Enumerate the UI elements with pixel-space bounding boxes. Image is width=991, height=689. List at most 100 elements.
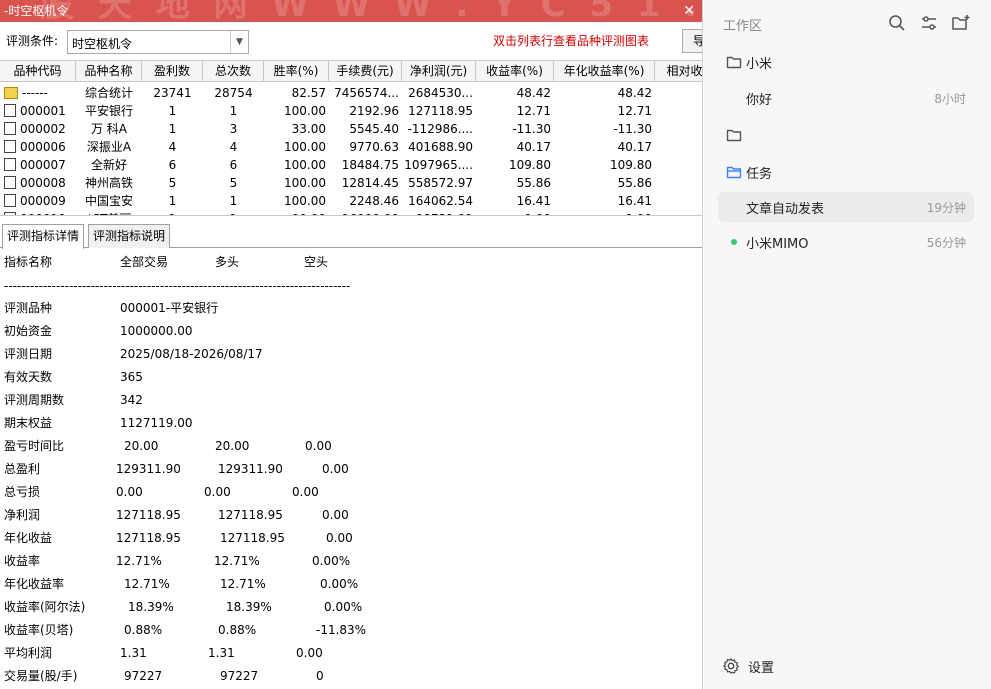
table-cell: 55.86 bbox=[516, 176, 551, 190]
table-cell: ------ bbox=[0, 84, 76, 102]
column-header[interactable]: 总次数 bbox=[203, 61, 264, 82]
detail-header: 指标名称 bbox=[4, 255, 53, 269]
table-cell: -11.30 bbox=[613, 122, 652, 136]
sidebar-item-time: 8小时 bbox=[934, 92, 966, 106]
table-cell: 40.17 bbox=[516, 140, 551, 154]
column-header[interactable]: 胜率(%) bbox=[264, 61, 329, 82]
column-header[interactable]: 收益率(%) bbox=[476, 61, 554, 82]
table-cell: 1 bbox=[168, 122, 177, 136]
sidebar-item[interactable]: 小米MIMO 56分钟 bbox=[718, 227, 974, 257]
metric-label: 平均利润 bbox=[4, 646, 53, 660]
table-cell: 558572.97 bbox=[408, 176, 473, 190]
metric-all: 0.88% bbox=[124, 623, 163, 637]
detail-tabs: 评测指标详情 评测指标说明 bbox=[0, 222, 702, 249]
column-header[interactable]: 盈利数 bbox=[142, 61, 203, 82]
evaluation-window: 股 天 地 网 W W W . Y C 5 1 . C N -时空枢机令 ✕ 评… bbox=[0, 0, 703, 689]
metric-all: 20.00 bbox=[124, 439, 159, 453]
table-row[interactable]: 000001 平安银行 1 1 100.00 2192.96 127118.95 12.71 1… bbox=[0, 102, 702, 120]
condition-select[interactable]: 时空枢机令 ▼ bbox=[67, 30, 249, 54]
table-cell: 23741 bbox=[153, 86, 192, 100]
table-cell: 1 bbox=[168, 194, 177, 208]
sidebar-item[interactable] bbox=[718, 120, 974, 150]
settings-label: 设置 bbox=[748, 661, 775, 676]
folder-icon bbox=[726, 129, 742, 142]
info-label: 初始资金 bbox=[4, 324, 53, 338]
table-cell: *ST美丽 bbox=[76, 210, 142, 215]
table-cell: 12.71 bbox=[617, 104, 652, 118]
info-label: 期末权益 bbox=[4, 416, 53, 430]
search-icon[interactable] bbox=[887, 13, 907, 33]
table-row[interactable]: ------ 综合统计 23741 28754 82.57 7456574... 26845… bbox=[0, 84, 702, 102]
sidebar-item[interactable]: 文章自动发表 19分钟 bbox=[718, 192, 974, 222]
sidebar-item[interactable]: 你好 8小时 bbox=[718, 83, 974, 113]
metric-long: 97227 bbox=[220, 669, 259, 683]
table-cell: 5 bbox=[168, 176, 177, 190]
gear-icon bbox=[723, 658, 739, 674]
filter-settings-icon[interactable] bbox=[919, 13, 939, 33]
results-table[interactable]: 品种代码 品种名称 盈利数 总次数 胜率(%) 手续费(元) 净利润(元) 收益率(%) 年化收… bbox=[0, 60, 702, 216]
table-cell: 164062.54 bbox=[408, 194, 473, 208]
column-header[interactable]: 品种名称 bbox=[76, 61, 142, 82]
metric-short: 0.00% bbox=[320, 577, 359, 591]
metric-long: 0.00 bbox=[204, 485, 231, 499]
table-cell: 109.80 bbox=[509, 158, 551, 172]
column-header[interactable]: 相对收 bbox=[655, 61, 702, 82]
table-row[interactable]: 000006 深振业A 4 4 100.00 9770.63 401688.90 40.17 4… bbox=[0, 138, 702, 156]
table-cell: 55.86 bbox=[617, 176, 652, 190]
metric-label: 盈亏时间比 bbox=[4, 439, 65, 453]
info-label: 评测品种 bbox=[4, 301, 53, 315]
table-cell: 000009 bbox=[0, 192, 76, 210]
metric-label: 收益率(贝塔) bbox=[4, 623, 74, 637]
table-cell: 28754 bbox=[214, 86, 253, 100]
table-row[interactable]: 000002 万 科A 1 3 33.00 5545.40 -112986.... -11.3… bbox=[0, 120, 702, 138]
column-header[interactable]: 年化收益率(%) bbox=[554, 61, 655, 82]
metric-all: 127118.95 bbox=[116, 531, 181, 545]
tab-indicator-help[interactable]: 评测指标说明 bbox=[88, 224, 171, 248]
metric-long: 12.71% bbox=[214, 554, 260, 568]
document-icon bbox=[4, 176, 16, 189]
table-cell: 深振业A bbox=[86, 140, 132, 154]
column-header[interactable]: 净利润(元) bbox=[402, 61, 476, 82]
window-title: -时空枢机令 bbox=[4, 4, 69, 18]
table-cell bbox=[655, 174, 702, 192]
metric-short: 0.00 bbox=[305, 439, 332, 453]
info-value: 1000000.00 bbox=[120, 324, 193, 338]
sidebar-item-label: 你好 bbox=[746, 93, 773, 108]
table-row[interactable]: 000007 全新好 6 6 100.00 18484.75 1097965.... 109.… bbox=[0, 156, 702, 174]
table-cell: -98731.91 bbox=[402, 210, 476, 215]
table-cell: 16.41 bbox=[516, 194, 551, 208]
column-header[interactable]: 品种代码 bbox=[0, 61, 76, 82]
close-icon[interactable]: ✕ bbox=[683, 0, 695, 22]
status-dot-icon bbox=[731, 239, 737, 245]
info-label: 评测日期 bbox=[4, 347, 53, 361]
table-cell: 1097965.... bbox=[404, 158, 473, 172]
detail-header: 全部交易 bbox=[120, 255, 169, 269]
export-button[interactable]: 导 bbox=[682, 29, 702, 53]
condition-toolbar: 评测条件: 时空枢机令 ▼ 双击列表行查看品种评测图表 导 bbox=[0, 27, 702, 57]
table-row[interactable]: 000008 神州高铁 5 5 100.00 12814.45 558572.97 55.86… bbox=[0, 174, 702, 192]
sidebar-item-label: 小米MIMO bbox=[746, 237, 809, 252]
sidebar-item-label: 任务 bbox=[746, 167, 773, 182]
sidebar-item-time: 56分钟 bbox=[926, 236, 966, 250]
metric-short: 0.00 bbox=[296, 646, 323, 660]
chevron-down-icon[interactable]: ▼ bbox=[230, 31, 248, 53]
condition-label: 评测条件: bbox=[6, 34, 59, 48]
document-icon bbox=[4, 194, 16, 207]
table-cell: 82.57 bbox=[291, 86, 326, 100]
metric-all: 97227 bbox=[124, 669, 163, 683]
detail-panel: 指标名称 全部交易 多头 空头 ----------------------------… bbox=[0, 250, 702, 689]
table-row[interactable]: 000010*ST美丽1100.0016000.00-98731.91-9.00… bbox=[0, 210, 702, 215]
tab-indicator-detail[interactable]: 评测指标详情 bbox=[2, 224, 85, 249]
table-row[interactable]: 000009 中国宝安 1 1 100.00 2248.46 164062.54 16.41 1… bbox=[0, 192, 702, 210]
table-cell: 100.00 bbox=[284, 104, 326, 118]
table-cell bbox=[655, 102, 702, 120]
table-cell: -11.30 bbox=[512, 122, 551, 136]
detail-header: 多头 bbox=[215, 255, 240, 269]
sidebar-item[interactable]: 小米 bbox=[718, 47, 974, 77]
sidebar-item[interactable]: 任务 bbox=[718, 157, 974, 187]
new-folder-icon[interactable] bbox=[951, 13, 971, 33]
column-header[interactable]: 手续费(元) bbox=[329, 61, 402, 82]
metric-label: 交易量(股/手) bbox=[4, 669, 78, 683]
folder-icon bbox=[726, 56, 742, 69]
metric-short: -11.83% bbox=[316, 623, 367, 637]
